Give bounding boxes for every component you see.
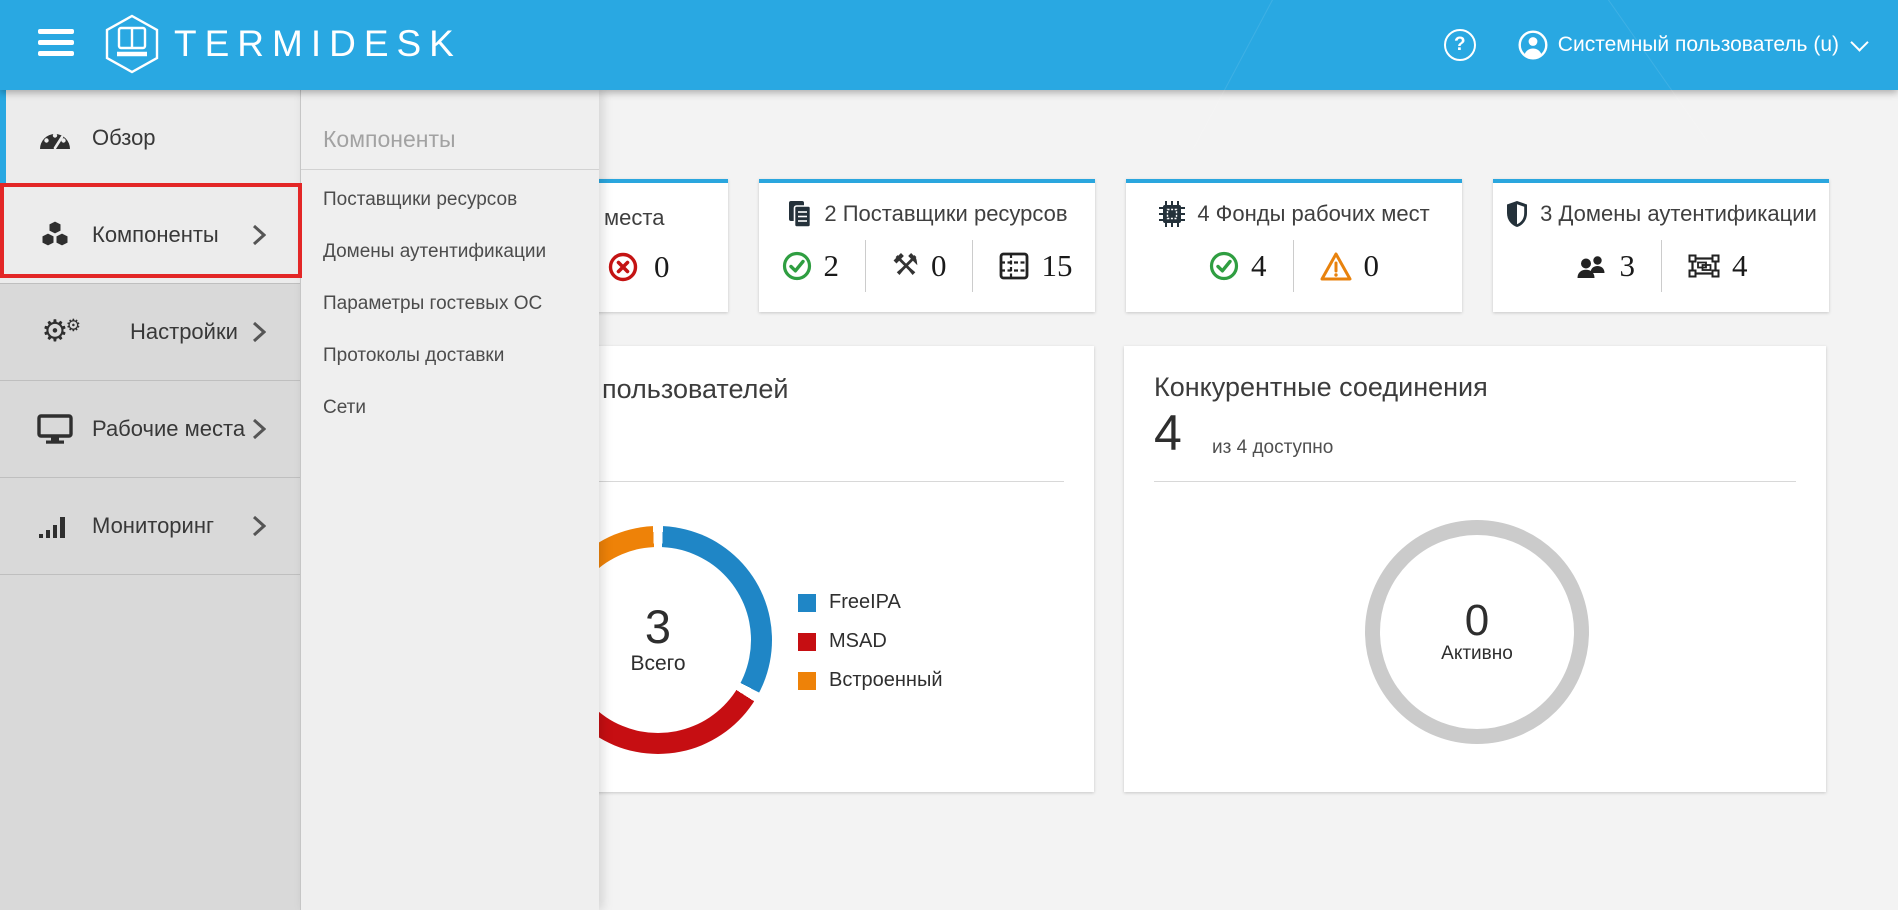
submenu-item-networks[interactable]: Сети — [301, 382, 599, 434]
user-menu[interactable]: Системный пользователь (u) — [1518, 30, 1866, 60]
user-avatar-icon — [1518, 30, 1548, 60]
sidebar-item-label: Мониторинг — [92, 513, 214, 539]
stat-value: 0 — [1364, 248, 1380, 284]
gauge-icon — [36, 126, 74, 150]
tools-icon: ⚒ — [892, 251, 919, 281]
microchip-icon — [1158, 200, 1186, 228]
hamburger-menu-icon[interactable] — [38, 29, 74, 61]
submenu-item-auth-domains[interactable]: Домены аутентификации — [301, 226, 599, 278]
stat-card-title-fragment: места — [604, 205, 664, 231]
brand-name: TERMIDESK — [174, 23, 462, 65]
stat-card-auth-domains: 3 Домены аутентификации 3 — [1493, 179, 1829, 312]
submenu-item-resource-providers[interactable]: Поставщики ресурсов — [301, 174, 599, 226]
chevron-right-icon — [252, 418, 266, 440]
termidesk-dashboard: TERMIDESK ? Системный пользователь (u) — [0, 0, 1898, 910]
stat-card-desktop-pools: 4 Фонды рабочих мест 4 — [1126, 179, 1462, 312]
sidebar-item-monitoring[interactable]: Мониторинг — [0, 478, 300, 575]
circle-check-icon — [782, 251, 812, 281]
legend-item: MSAD — [798, 630, 943, 653]
sidebar-item-label: Обзор — [92, 125, 156, 151]
sidebar-item-settings[interactable]: ⚙⚙ Настройки — [0, 284, 300, 381]
submenu-item-delivery-protocols[interactable]: Протоколы доставки — [301, 330, 599, 382]
bar-chart-icon — [36, 513, 74, 539]
sidebar-nav: Обзор Компоненты ⚙⚙ Настройки — [0, 90, 300, 910]
card-title: Конкурентные соединения — [1154, 372, 1488, 403]
legend-label: FreeIPA — [829, 591, 901, 614]
legend-swatch-freeipa — [798, 594, 816, 612]
donut-legend: FreeIPA MSAD Встроенный — [798, 591, 943, 708]
stat-value: 4 — [1251, 248, 1267, 284]
legend-swatch-msad — [798, 633, 816, 651]
available-count: 4 — [1154, 404, 1182, 462]
stat-card-title: 3 Домены аутентификации — [1540, 201, 1817, 227]
gears-icon: ⚙⚙ — [36, 319, 74, 345]
flyout-title: Компоненты — [323, 126, 599, 153]
circle-check-icon — [1209, 251, 1239, 281]
chevron-right-icon — [252, 515, 266, 537]
object-group-icon — [1688, 252, 1720, 280]
donut-center-label: Всего — [630, 652, 685, 676]
stat-card-title: 2 Поставщики ресурсов — [824, 201, 1067, 227]
available-subtitle: из 4 доступно — [1212, 437, 1333, 459]
connections-card: Конкурентные соединения 4 из 4 доступно … — [1124, 346, 1826, 792]
submenu-item-guest-os-params[interactable]: Параметры гостевых ОС — [301, 278, 599, 330]
card-divider — [1154, 481, 1796, 482]
legend-label: Встроенный — [829, 669, 943, 692]
donut-center-value: 3 — [645, 604, 671, 650]
components-flyout-menu: Компоненты Поставщики ресурсов Домены ау… — [300, 90, 599, 910]
top-header-bar: TERMIDESK ? Системный пользователь (u) — [0, 0, 1898, 90]
users-icon — [1575, 252, 1608, 280]
card-title-fragment: пользователей — [602, 374, 788, 405]
sidebar-item-label: Настройки — [130, 319, 238, 345]
stat-value: 3 — [1620, 248, 1636, 284]
sidebar-item-label: Компоненты — [92, 222, 219, 248]
stat-value: 15 — [1041, 248, 1072, 284]
chevron-down-icon — [1850, 33, 1868, 51]
warning-icon — [1320, 252, 1352, 281]
header-decoration-line — [1193, 0, 1288, 149]
sidebar-item-overview[interactable]: Обзор — [0, 90, 300, 187]
sidebar-item-components[interactable]: Компоненты — [0, 187, 300, 284]
legend-item: FreeIPA — [798, 591, 943, 614]
chevron-right-icon — [252, 224, 266, 246]
chevron-right-icon — [252, 321, 266, 343]
circle-x-icon — [608, 252, 638, 282]
sidebar-item-label: Рабочие места — [92, 416, 245, 442]
help-icon[interactable]: ? — [1444, 29, 1476, 61]
stat-card-title: 4 Фонды рабочих мест — [1197, 201, 1429, 227]
sidebar-item-workplaces[interactable]: Рабочие места — [0, 381, 300, 478]
stat-value: 0 — [654, 249, 670, 285]
cubes-icon — [36, 220, 74, 250]
ring-center-value: 0 — [1465, 599, 1489, 643]
active-connections-ring: 0 Активно — [1365, 520, 1589, 744]
legend-item: Встроенный — [798, 669, 943, 692]
legend-label: MSAD — [829, 630, 887, 653]
shield-icon — [1505, 200, 1529, 228]
stat-value: 4 — [1732, 248, 1748, 284]
stat-value: 0 — [931, 248, 947, 284]
brand-logo: TERMIDESK — [104, 14, 462, 74]
desktop-icon — [36, 414, 74, 444]
legend-swatch-builtin — [798, 672, 816, 690]
stat-value: 2 — [824, 248, 840, 284]
table-icon — [999, 252, 1029, 280]
stat-card-resource-providers: 2 Поставщики ресурсов 2 ⚒ 0 — [759, 179, 1095, 312]
user-name: Системный пользователь (u) — [1558, 33, 1839, 57]
ring-center-label: Активно — [1441, 643, 1513, 665]
copy-icon — [786, 200, 813, 228]
hexagon-logo-icon — [104, 14, 160, 74]
